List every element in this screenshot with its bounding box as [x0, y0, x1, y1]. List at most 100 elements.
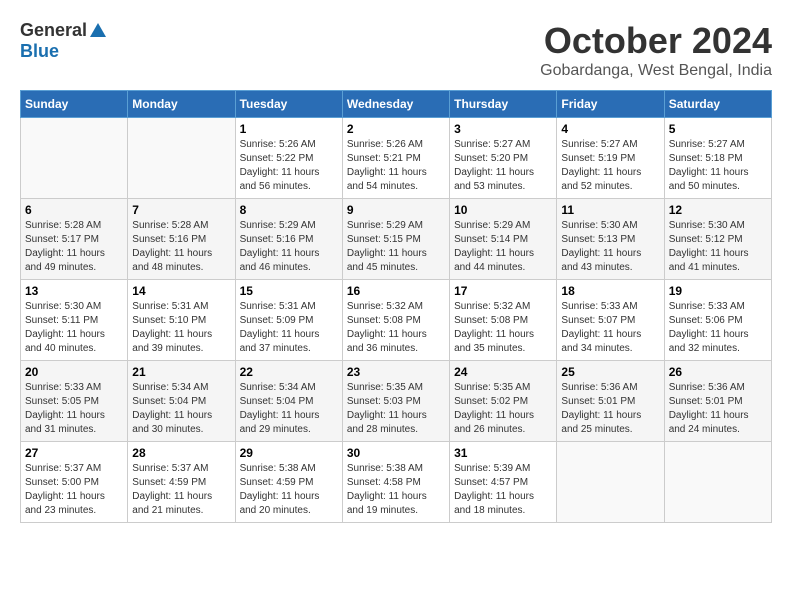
- day-cell: 12Sunrise: 5:30 AM Sunset: 5:12 PM Dayli…: [664, 199, 771, 280]
- logo: General Blue: [20, 20, 107, 62]
- day-info: Sunrise: 5:27 AM Sunset: 5:19 PM Dayligh…: [561, 138, 659, 194]
- day-info: Sunrise: 5:29 AM Sunset: 5:16 PM Dayligh…: [240, 219, 338, 275]
- header-cell-saturday: Saturday: [664, 91, 771, 118]
- day-info: Sunrise: 5:33 AM Sunset: 5:05 PM Dayligh…: [25, 381, 123, 437]
- day-number: 4: [561, 122, 659, 136]
- day-info: Sunrise: 5:34 AM Sunset: 5:04 PM Dayligh…: [240, 381, 338, 437]
- day-number: 11: [561, 203, 659, 217]
- calendar-header: SundayMondayTuesdayWednesdayThursdayFrid…: [21, 91, 772, 118]
- day-number: 19: [669, 284, 767, 298]
- day-number: 18: [561, 284, 659, 298]
- title-area: October 2024 Gobardanga, West Bengal, In…: [540, 20, 772, 80]
- day-cell: 27Sunrise: 5:37 AM Sunset: 5:00 PM Dayli…: [21, 442, 128, 523]
- day-number: 10: [454, 203, 552, 217]
- day-cell: 17 Sunrise: 5:32 AM Sunset: 5:08 PM Dayli…: [450, 280, 557, 361]
- day-number: 5: [669, 122, 767, 136]
- day-cell: 29Sunrise: 5:38 AM Sunset: 4:59 PM Dayli…: [235, 442, 342, 523]
- day-info: Sunrise: 5:30 AM Sunset: 5:13 PM Dayligh…: [561, 219, 659, 275]
- header-cell-tuesday: Tuesday: [235, 91, 342, 118]
- header-cell-friday: Friday: [557, 91, 664, 118]
- day-number: 12: [669, 203, 767, 217]
- day-info: Sunrise: 5:30 AM Sunset: 5:11 PM Dayligh…: [25, 300, 123, 356]
- day-cell: 20 Sunrise: 5:33 AM Sunset: 5:05 PM Dayli…: [21, 361, 128, 442]
- day-info: Sunrise: 5:28 AM Sunset: 5:17 PM Dayligh…: [25, 219, 123, 275]
- week-row-2: 6Sunrise: 5:28 AM Sunset: 5:17 PM Daylig…: [21, 199, 772, 280]
- day-number: 28: [132, 446, 230, 460]
- header-cell-thursday: Thursday: [450, 91, 557, 118]
- day-cell: 23 Sunrise: 5:35 AM Sunset: 5:03 PM Dayli…: [342, 361, 449, 442]
- day-number: 17: [454, 284, 552, 298]
- day-info: Sunrise: 5:33 AM Sunset: 5:07 PM Dayligh…: [561, 300, 659, 356]
- day-cell: 25 Sunrise: 5:36 AM Sunset: 5:01 PM Dayli…: [557, 361, 664, 442]
- calendar-body: 1Sunrise: 5:26 AM Sunset: 5:22 PM Daylig…: [21, 118, 772, 523]
- day-number: 14: [132, 284, 230, 298]
- day-cell: 28Sunrise: 5:37 AM Sunset: 4:59 PM Dayli…: [128, 442, 235, 523]
- day-cell: 30Sunrise: 5:38 AM Sunset: 4:58 PM Dayli…: [342, 442, 449, 523]
- day-info: Sunrise: 5:34 AM Sunset: 5:04 PM Dayligh…: [132, 381, 230, 437]
- day-info: Sunrise: 5:38 AM Sunset: 4:59 PM Dayligh…: [240, 462, 338, 518]
- day-info: Sunrise: 5:38 AM Sunset: 4:58 PM Dayligh…: [347, 462, 445, 518]
- day-info: Sunrise: 5:36 AM Sunset: 5:01 PM Dayligh…: [561, 381, 659, 437]
- calendar-table: SundayMondayTuesdayWednesdayThursdayFrid…: [20, 90, 772, 523]
- header-cell-monday: Monday: [128, 91, 235, 118]
- day-number: 8: [240, 203, 338, 217]
- location: Gobardanga, West Bengal, India: [540, 62, 772, 80]
- day-cell: 5 Sunrise: 5:27 AM Sunset: 5:18 PM Daylig…: [664, 118, 771, 199]
- day-cell: 4 Sunrise: 5:27 AM Sunset: 5:19 PM Daylig…: [557, 118, 664, 199]
- day-cell: 26 Sunrise: 5:36 AM Sunset: 5:01 PM Dayli…: [664, 361, 771, 442]
- day-number: 16: [347, 284, 445, 298]
- day-number: 1: [240, 122, 338, 136]
- day-number: 3: [454, 122, 552, 136]
- day-info: Sunrise: 5:32 AM Sunset: 5:08 PM Dayligh…: [347, 300, 445, 356]
- day-cell: 31Sunrise: 5:39 AM Sunset: 4:57 PM Dayli…: [450, 442, 557, 523]
- day-number: 25: [561, 365, 659, 379]
- day-number: 20: [25, 365, 123, 379]
- day-number: 26: [669, 365, 767, 379]
- day-info: Sunrise: 5:27 AM Sunset: 5:18 PM Dayligh…: [669, 138, 767, 194]
- day-number: 9: [347, 203, 445, 217]
- day-cell: 1Sunrise: 5:26 AM Sunset: 5:22 PM Daylig…: [235, 118, 342, 199]
- day-cell: 2Sunrise: 5:26 AM Sunset: 5:21 PM Daylig…: [342, 118, 449, 199]
- day-info: Sunrise: 5:32 AM Sunset: 5:08 PM Dayligh…: [454, 300, 552, 356]
- day-number: 7: [132, 203, 230, 217]
- week-row-4: 20 Sunrise: 5:33 AM Sunset: 5:05 PM Dayli…: [21, 361, 772, 442]
- day-number: 23: [347, 365, 445, 379]
- day-cell: [557, 442, 664, 523]
- day-cell: 7 Sunrise: 5:28 AM Sunset: 5:16 PM Daylig…: [128, 199, 235, 280]
- day-info: Sunrise: 5:33 AM Sunset: 5:06 PM Dayligh…: [669, 300, 767, 356]
- week-row-3: 13Sunrise: 5:30 AM Sunset: 5:11 PM Dayli…: [21, 280, 772, 361]
- day-cell: 6Sunrise: 5:28 AM Sunset: 5:17 PM Daylig…: [21, 199, 128, 280]
- day-info: Sunrise: 5:36 AM Sunset: 5:01 PM Dayligh…: [669, 381, 767, 437]
- day-info: Sunrise: 5:28 AM Sunset: 5:16 PM Dayligh…: [132, 219, 230, 275]
- day-cell: 14Sunrise: 5:31 AM Sunset: 5:10 PM Dayli…: [128, 280, 235, 361]
- week-row-1: 1Sunrise: 5:26 AM Sunset: 5:22 PM Daylig…: [21, 118, 772, 199]
- day-number: 24: [454, 365, 552, 379]
- logo-icon: [89, 21, 107, 39]
- header-cell-sunday: Sunday: [21, 91, 128, 118]
- logo-blue-text: Blue: [20, 41, 59, 62]
- day-cell: [664, 442, 771, 523]
- day-info: Sunrise: 5:29 AM Sunset: 5:14 PM Dayligh…: [454, 219, 552, 275]
- day-cell: 9 Sunrise: 5:29 AM Sunset: 5:15 PM Daylig…: [342, 199, 449, 280]
- day-cell: 22Sunrise: 5:34 AM Sunset: 5:04 PM Dayli…: [235, 361, 342, 442]
- week-row-5: 27Sunrise: 5:37 AM Sunset: 5:00 PM Dayli…: [21, 442, 772, 523]
- day-cell: 13Sunrise: 5:30 AM Sunset: 5:11 PM Dayli…: [21, 280, 128, 361]
- day-info: Sunrise: 5:26 AM Sunset: 5:21 PM Dayligh…: [347, 138, 445, 194]
- day-cell: 21 Sunrise: 5:34 AM Sunset: 5:04 PM Dayli…: [128, 361, 235, 442]
- day-cell: 10 Sunrise: 5:29 AM Sunset: 5:14 PM Dayli…: [450, 199, 557, 280]
- page-header: General Blue October 2024 Gobardanga, We…: [20, 20, 772, 80]
- header-cell-wednesday: Wednesday: [342, 91, 449, 118]
- day-number: 27: [25, 446, 123, 460]
- day-info: Sunrise: 5:31 AM Sunset: 5:09 PM Dayligh…: [240, 300, 338, 356]
- day-info: Sunrise: 5:35 AM Sunset: 5:03 PM Dayligh…: [347, 381, 445, 437]
- day-info: Sunrise: 5:35 AM Sunset: 5:02 PM Dayligh…: [454, 381, 552, 437]
- day-number: 15: [240, 284, 338, 298]
- day-cell: 8 Sunrise: 5:29 AM Sunset: 5:16 PM Daylig…: [235, 199, 342, 280]
- day-info: Sunrise: 5:29 AM Sunset: 5:15 PM Dayligh…: [347, 219, 445, 275]
- logo-general-text: General: [20, 20, 87, 41]
- day-number: 21: [132, 365, 230, 379]
- header-row: SundayMondayTuesdayWednesdayThursdayFrid…: [21, 91, 772, 118]
- day-cell: 18 Sunrise: 5:33 AM Sunset: 5:07 PM Dayli…: [557, 280, 664, 361]
- day-cell: 3Sunrise: 5:27 AM Sunset: 5:20 PM Daylig…: [450, 118, 557, 199]
- day-cell: [128, 118, 235, 199]
